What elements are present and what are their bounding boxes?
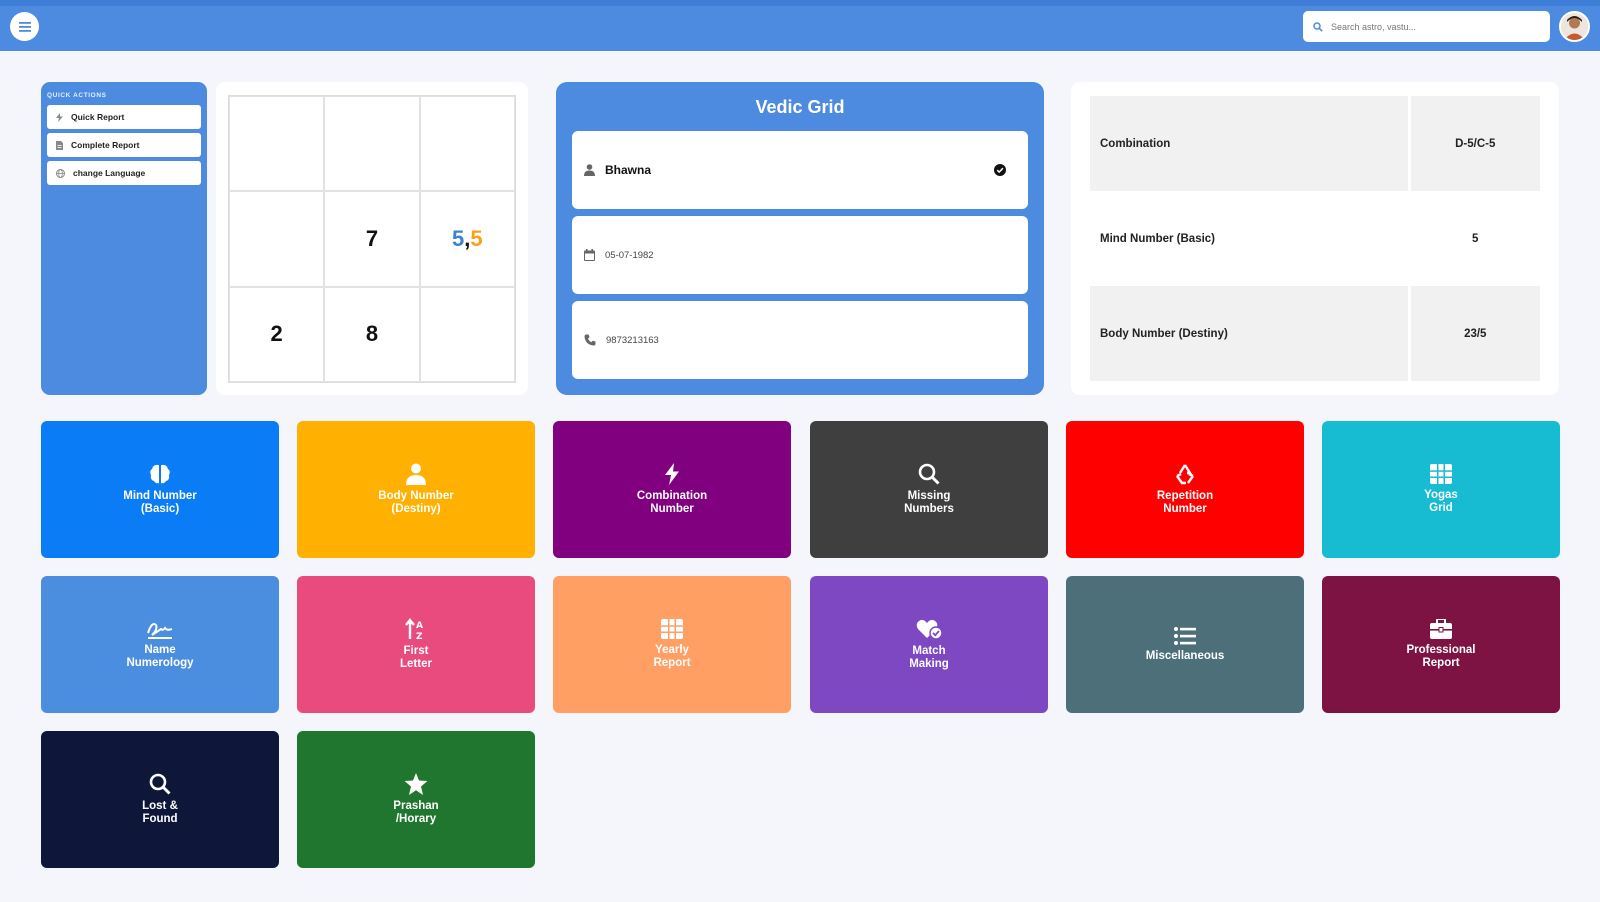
tile-label: Miscellaneous <box>1145 649 1225 662</box>
signature-icon <box>147 623 173 639</box>
hamburger-icon <box>18 21 31 32</box>
complete-report-button[interactable]: Complete Report <box>47 133 201 157</box>
phone-icon <box>584 334 596 346</box>
table-row: Body Number (Destiny) 23/5 <box>1090 286 1540 381</box>
search-input[interactable] <box>1331 21 1531 32</box>
mind-number-label: Mind Number (Basic) <box>1100 232 1216 245</box>
first-letter-tile[interactable]: AZ First Letter <box>297 576 535 713</box>
search-icon <box>149 773 171 795</box>
svg-text:Z: Z <box>416 632 423 640</box>
grid-cell-3-2: 8 <box>324 286 420 382</box>
tile-label: Body Number (Destiny) <box>378 490 454 515</box>
body-number-label: Body Number (Destiny) <box>1090 286 1408 381</box>
grid-cell-2-2: 7 <box>324 191 420 287</box>
miscellaneous-tile[interactable]: Miscellaneous <box>1066 576 1304 713</box>
check-circle-icon <box>994 164 1006 176</box>
tile-label: First Letter <box>400 645 432 670</box>
professional-report-tile[interactable]: Professional Report <box>1322 576 1560 713</box>
tile-label: Mind Number (Basic) <box>123 490 197 515</box>
grid-cell-1-2 <box>324 96 420 192</box>
missing-numbers-tile[interactable]: Missing Numbers <box>810 421 1048 558</box>
combination-table-card: Combination D-5/C-5 Mind Number (Basic) … <box>1071 82 1559 395</box>
grid-cell-1-3 <box>419 96 515 192</box>
sort-alpha-icon: AZ <box>405 618 423 640</box>
name-value: Bhawna <box>605 163 652 177</box>
brain-icon <box>150 464 170 484</box>
combination-value: D-5/C-5 <box>1410 96 1540 191</box>
avatar-icon <box>1561 13 1588 40</box>
tile-label: Repetition Number <box>1156 490 1214 515</box>
dob-value: 05-07-1982 <box>605 249 654 261</box>
top-navbar <box>0 0 1600 51</box>
combination-number-tile[interactable]: Combination Number <box>553 421 791 558</box>
vedic-grid-card: Vedic Grid Bhawna 05-07-1982 9873213163 <box>556 82 1044 395</box>
combination-label: Combination <box>1090 96 1408 191</box>
tile-label: Yogas Grid <box>1424 489 1458 514</box>
prashan-horary-tile[interactable]: Prashan/Horary <box>297 731 535 868</box>
table-row: Mind Number (Basic) 5 <box>1090 191 1540 286</box>
change-language-label: change Language <box>73 168 146 178</box>
heart-check-icon <box>916 619 942 640</box>
body-number-tile[interactable]: Body Number (Destiny) <box>297 421 535 558</box>
grid-cell-2-3: 5,5 <box>419 191 515 287</box>
search-icon <box>1313 21 1323 32</box>
tile-label: Match Making <box>909 645 949 670</box>
briefcase-icon <box>1430 619 1452 639</box>
globe-icon <box>56 168 65 178</box>
menu-button[interactable] <box>10 12 39 41</box>
tile-label: Lost & Found <box>142 800 178 825</box>
table-icon <box>661 619 683 639</box>
complete-report-label: Complete Report <box>71 140 140 150</box>
yogas-grid-tile[interactable]: Yogas Grid <box>1322 421 1560 558</box>
match-making-tile[interactable]: Match Making <box>810 576 1048 713</box>
phone-value: 9873213163 <box>606 334 659 346</box>
person-icon <box>406 463 426 485</box>
search-icon <box>918 463 940 485</box>
table-row: Combination D-5/C-5 <box>1090 96 1540 191</box>
name-numerology-tile[interactable]: Name Numerology <box>41 576 279 713</box>
bolt-icon <box>665 463 679 485</box>
quick-actions-panel: QUICK ACTIONS Quick Report Complete Repo… <box>41 82 207 395</box>
dob-field[interactable]: 05-07-1982 <box>572 216 1028 294</box>
grid-icon <box>1430 464 1452 484</box>
quick-actions-title: QUICK ACTIONS <box>47 92 107 99</box>
grid-cell-2-1 <box>229 191 325 287</box>
lost-found-tile[interactable]: Lost & Found <box>41 731 279 868</box>
star-icon <box>404 773 428 795</box>
list-icon <box>1174 626 1196 645</box>
mind-number-value: 5 <box>1472 232 1479 245</box>
grid-value-first: 5 <box>452 225 465 251</box>
loshu-grid-card: 7 5,5 2 8 <box>216 82 528 395</box>
name-field[interactable]: Bhawna <box>572 131 1028 209</box>
calendar-icon <box>584 249 595 261</box>
phone-field[interactable]: 9873213163 <box>572 301 1028 379</box>
tile-label: Combination Number <box>636 490 708 515</box>
tile-label: Yearly Report <box>653 644 691 669</box>
grid-cell-3-1: 2 <box>229 286 325 382</box>
mind-number-tile[interactable]: Mind Number (Basic) <box>41 421 279 558</box>
quick-report-button[interactable]: Quick Report <box>47 105 201 129</box>
repetition-number-tile[interactable]: Repetition Number <box>1066 421 1304 558</box>
tile-label: Missing Numbers <box>904 490 954 515</box>
combination-table: Combination D-5/C-5 Mind Number (Basic) … <box>1087 96 1543 381</box>
user-avatar[interactable] <box>1559 11 1590 42</box>
vedic-grid-title: Vedic Grid <box>755 97 845 117</box>
recycle-icon <box>1176 464 1194 485</box>
loshu-grid: 7 5,5 2 8 <box>228 95 516 383</box>
bolt-icon <box>56 112 63 122</box>
svg-text:A: A <box>416 621 423 631</box>
change-language-button[interactable]: change Language <box>47 161 201 185</box>
tile-label: Prashan/Horary <box>393 800 439 825</box>
quick-report-label: Quick Report <box>71 112 125 122</box>
yearly-report-tile[interactable]: Yearly Report <box>553 576 791 713</box>
grid-value-second: 5 <box>470 225 483 251</box>
user-icon <box>584 164 595 176</box>
grid-cell-3-3 <box>419 286 515 382</box>
search-box[interactable] <box>1303 11 1550 42</box>
body-number-value: 23/5 <box>1410 286 1540 381</box>
tile-label: Professional Report <box>1406 644 1476 669</box>
grid-cell-1-1 <box>229 96 325 192</box>
tile-label: Name Numerology <box>126 644 194 669</box>
document-icon <box>56 140 63 150</box>
